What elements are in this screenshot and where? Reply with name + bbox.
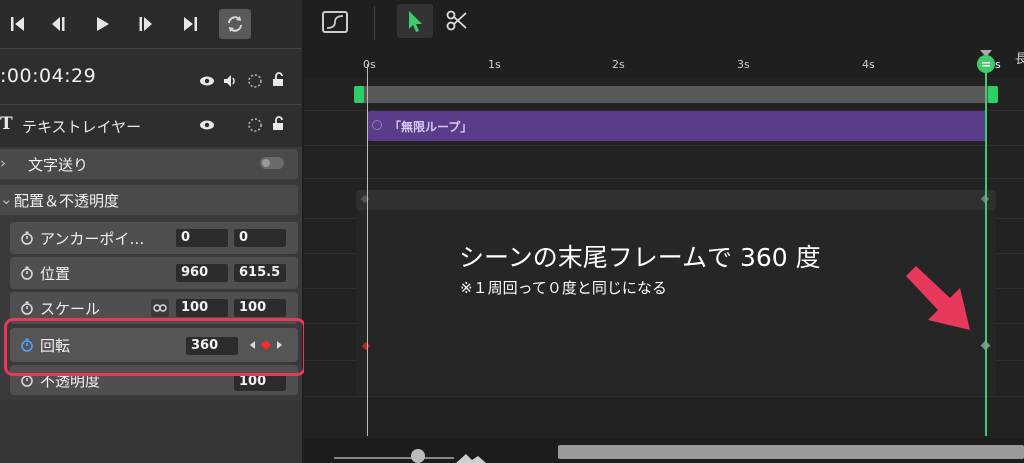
clip-label: 「無限ループ」 [389,120,473,134]
clip-handle-icon[interactable] [372,120,382,130]
rotation-highlight-frame [4,318,306,376]
playhead-line[interactable] [985,64,987,436]
link-icon[interactable] [151,299,169,317]
anchor-y-field[interactable]: 0 [234,229,286,247]
unlock-icon[interactable] [270,71,286,87]
timecode-display: :00:04:29 [0,65,97,87]
playhead-handle[interactable] [976,50,996,74]
skip-to-end-icon[interactable] [178,12,202,36]
visibility-eye-icon[interactable] [199,73,215,89]
position-y-field[interactable]: 615.5 [234,264,286,282]
step-back-icon[interactable] [46,12,70,36]
property-label: 位置 [40,265,71,283]
visibility-eye-icon[interactable] [199,117,215,133]
scale-y-field[interactable]: 100 [234,299,286,317]
scene-start-line [367,64,368,436]
toggle-switch[interactable] [260,157,284,169]
tick-label: 3s [737,58,750,71]
scissors-icon[interactable] [444,8,470,34]
property-position: 位置 960 615.5 [10,257,298,289]
solo-circle-icon[interactable] [247,117,263,133]
section-transform[interactable]: ⌄ 配置＆不透明度 [0,185,298,215]
stopwatch-icon[interactable] [20,266,34,280]
play-icon[interactable] [90,12,114,36]
loop-icon[interactable] [219,9,251,39]
work-area-start-handle[interactable] [354,86,364,103]
property-label: スケール [40,300,101,318]
section-label: 文字送り [28,156,89,174]
scale-x-field[interactable]: 100 [176,299,228,317]
step-forward-icon[interactable] [134,12,158,36]
timeline-toolbar [304,0,1024,48]
skip-to-start-icon[interactable] [6,12,30,36]
transform-group-bar [356,190,996,210]
ruler-cut-label: 長 [1015,52,1024,67]
work-area-end-handle[interactable] [988,86,998,103]
annotation-title: シーンの末尾フレームで 360 度 [459,243,821,272]
toolbar-divider [374,6,375,40]
solo-circle-icon[interactable] [247,73,263,89]
select-tool-icon[interactable] [397,4,433,38]
layer-name: テキストレイヤー [22,118,142,136]
section-text-advance[interactable]: › 文字送り [0,149,298,179]
stopwatch-icon[interactable] [20,301,34,315]
anchor-x-field[interactable]: 0 [176,229,228,247]
timecode-row: :00:04:29 [0,48,302,105]
tick-label: 1s [488,58,501,71]
tick-label: 0s [363,58,376,71]
time-ruler[interactable]: 0s 1s 2s 3s 4s 5s 長 [304,48,1024,78]
annotation-subtitle: ※１周回って０度と同じになる [460,279,667,297]
transport-bar [0,0,302,48]
text-layer-type-icon: T [0,114,13,134]
property-label: アンカーポイ… [40,230,145,248]
pointer-arrow-icon [906,266,970,330]
work-area-bar[interactable] [354,86,998,103]
zoom-slider[interactable] [334,446,504,463]
graph-editor-icon[interactable] [322,11,348,33]
chevron-down-icon: ⌄ [0,190,13,208]
chevron-right-icon: › [0,154,6,172]
tick-label: 4s [862,58,875,71]
speaker-icon[interactable] [222,73,238,89]
tick-label: 2s [612,58,625,71]
text-clip[interactable]: 「無限ループ」 [367,111,987,141]
section-label: 配置＆不透明度 [14,192,120,210]
position-x-field[interactable]: 960 [176,264,228,282]
panel-footer [0,400,302,463]
horizontal-scrollbar[interactable] [558,445,1024,459]
text-layer-row[interactable]: T テキストレイヤー [0,104,302,147]
property-anchor: アンカーポイ… 0 0 [10,222,298,254]
stopwatch-icon[interactable] [20,231,34,245]
unlock-icon[interactable] [270,115,286,131]
